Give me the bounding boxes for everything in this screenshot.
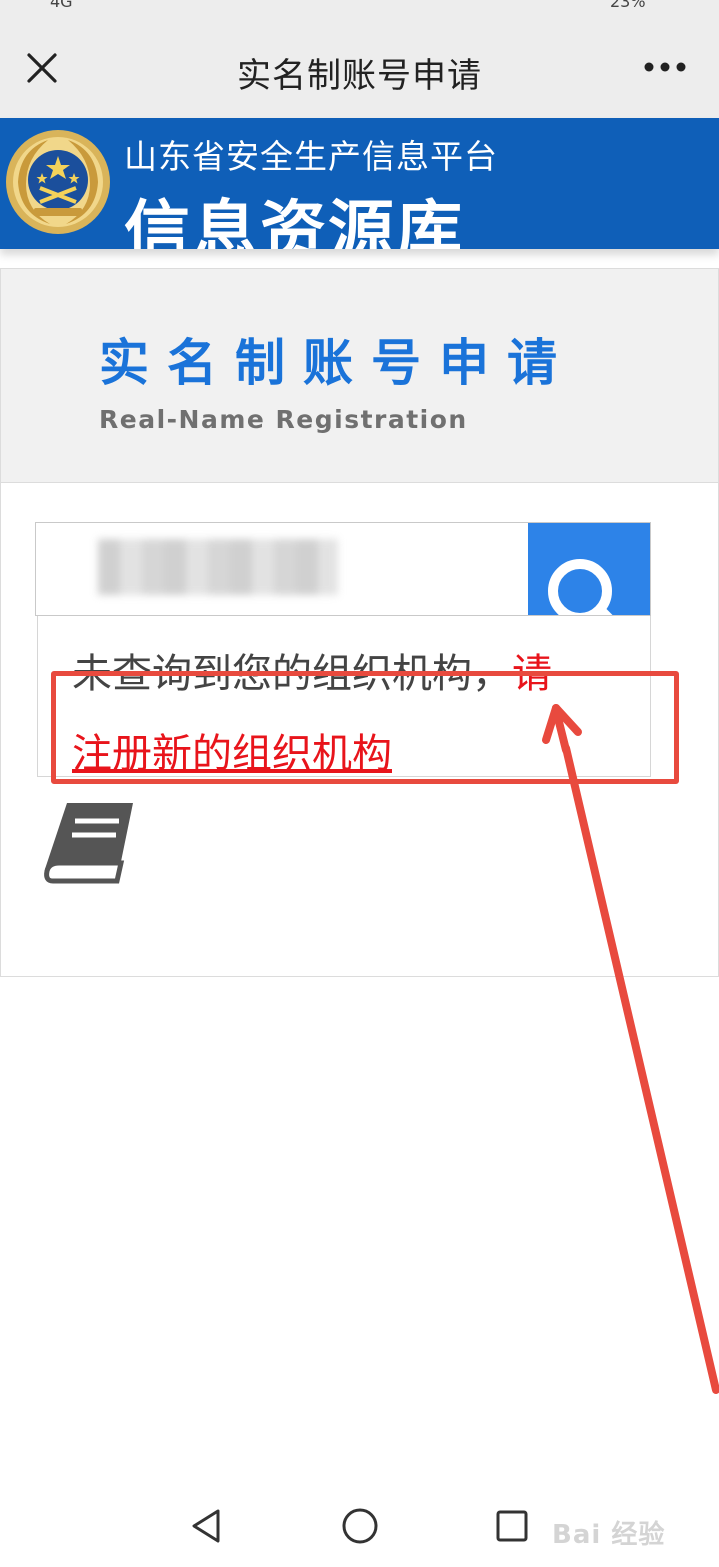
home-icon[interactable]	[340, 1506, 380, 1546]
annotation-arrow	[542, 704, 719, 1394]
recent-apps-icon[interactable]	[494, 1508, 530, 1544]
watermark: Bai 经验	[552, 1520, 666, 1550]
back-icon[interactable]	[186, 1506, 226, 1546]
